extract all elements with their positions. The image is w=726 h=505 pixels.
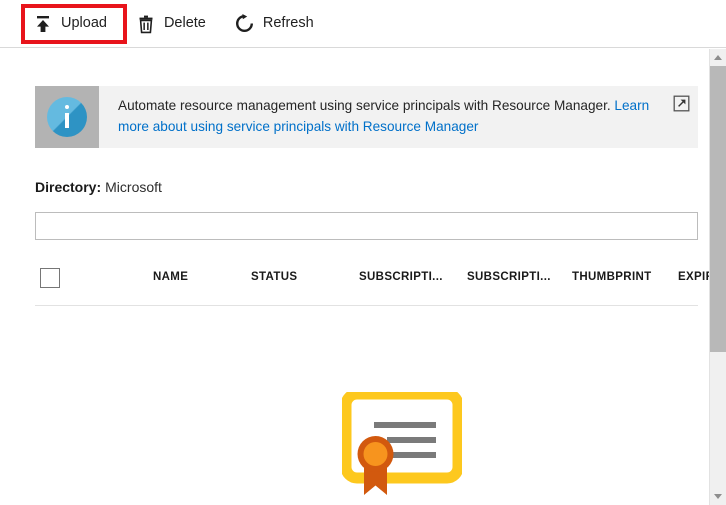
trash-icon	[135, 13, 157, 35]
blade-content: Automate resource management using servi…	[0, 48, 710, 505]
upload-icon	[32, 13, 54, 35]
column-header-name[interactable]: NAME	[153, 271, 188, 283]
info-banner-message: Automate resource management using servi…	[118, 98, 614, 113]
certificates-table-header: NAME STATUS SUBSCRIPTI... SUBSCRIPTI... …	[35, 262, 698, 306]
refresh-icon	[234, 13, 256, 35]
column-header-thumbprint[interactable]: THUMBPRINT	[572, 271, 652, 283]
refresh-button[interactable]: Refresh	[234, 7, 314, 41]
certificate-illustration	[342, 392, 462, 497]
external-link-icon	[673, 95, 690, 148]
upload-button-label: Upload	[61, 16, 107, 31]
info-icon	[47, 97, 87, 137]
delete-button[interactable]: Delete	[135, 7, 206, 41]
select-all-checkbox[interactable]	[40, 268, 60, 288]
column-header-subscription-1[interactable]: SUBSCRIPTI...	[359, 271, 443, 283]
upload-button[interactable]: Upload	[32, 7, 107, 41]
scroll-up-button[interactable]	[710, 49, 726, 66]
directory-row: Directory:Microsoft	[35, 178, 162, 196]
delete-button-label: Delete	[164, 16, 206, 31]
column-header-expires-on[interactable]: EXPIRES ON	[678, 271, 710, 283]
command-toolbar: Upload Delete Refresh	[0, 0, 726, 48]
info-banner: Automate resource management using servi…	[35, 86, 698, 148]
info-banner-text: Automate resource management using servi…	[99, 86, 664, 148]
chevron-up-icon	[714, 55, 722, 60]
vertical-scrollbar[interactable]	[709, 49, 726, 505]
directory-label: Directory:	[35, 179, 101, 195]
directory-value: Microsoft	[105, 179, 162, 195]
column-header-subscription-2[interactable]: SUBSCRIPTI...	[467, 271, 551, 283]
external-link-button[interactable]	[664, 86, 698, 148]
scrollbar-thumb[interactable]	[710, 66, 726, 352]
info-icon-cell	[35, 86, 99, 148]
scroll-down-button[interactable]	[710, 488, 726, 505]
chevron-down-icon	[714, 494, 722, 499]
filter-input[interactable]	[35, 212, 698, 240]
column-header-status[interactable]: STATUS	[251, 271, 297, 283]
refresh-button-label: Refresh	[263, 16, 314, 31]
